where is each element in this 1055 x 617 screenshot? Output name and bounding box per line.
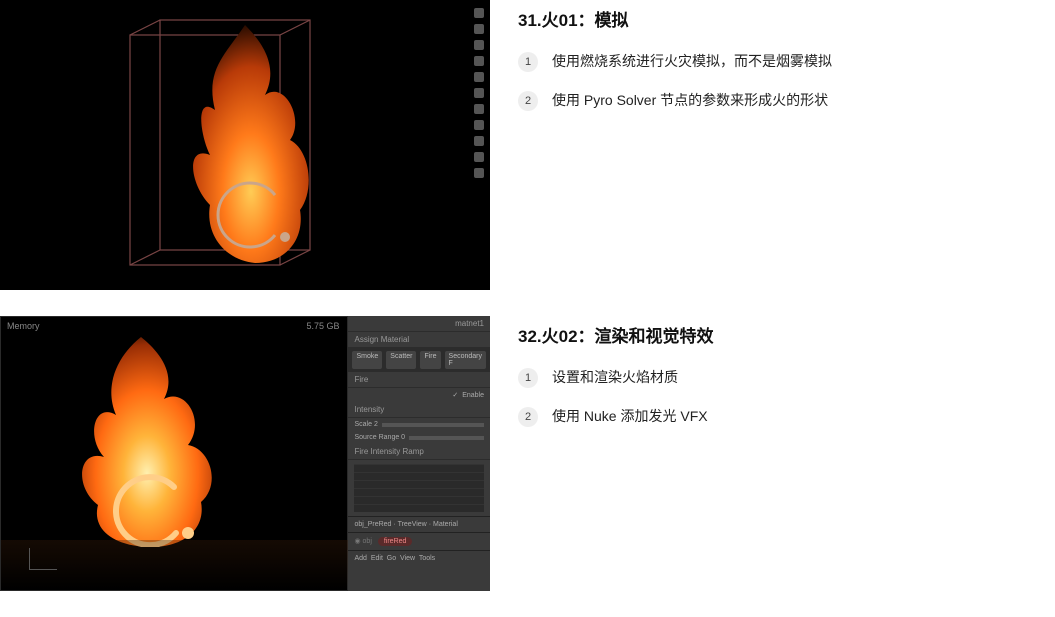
ramp-label: Fire Intensity Ramp (348, 444, 490, 460)
menu-item[interactable]: Add (354, 555, 366, 562)
step-list: 1 使用燃烧系统进行火灾模拟，而不是烟雾模拟 2 使用 Pyro Solver 节点… (518, 51, 1055, 111)
tool-icon[interactable] (474, 56, 484, 66)
step-number: 2 (518, 407, 538, 427)
viewport-render: Memory 5.75 GB (0, 316, 348, 591)
tool-icon[interactable] (474, 8, 484, 18)
tree-tab[interactable]: obj_PreRed (354, 521, 391, 528)
step-text: 使用 Nuke 添加发光 VFX (552, 406, 708, 427)
tool-icon[interactable] (474, 40, 484, 50)
parameter-panel: matnet1 Assign Material Smoke Scatter Fi… (348, 316, 490, 591)
menu-item[interactable]: View (400, 555, 415, 562)
step-text: 设置和渲染火焰材质 (552, 367, 678, 388)
tool-icon[interactable] (474, 120, 484, 130)
node-row: ◉ obj fireRed (348, 532, 490, 550)
viewport-3d (0, 0, 490, 290)
section-title: 32.火02：渲染和视觉特效 (518, 322, 1055, 347)
tab[interactable]: Smoke (352, 351, 382, 369)
tool-icon[interactable] (474, 72, 484, 82)
section-32: Memory 5.75 GB (0, 316, 1055, 591)
source-label: Source Range 0 (354, 434, 405, 441)
step-number: 2 (518, 91, 538, 111)
viewport-split: Memory 5.75 GB (0, 316, 490, 591)
tool-icon[interactable] (474, 104, 484, 114)
step-text: 使用 Pyro Solver 节点的参数来形成火的形状 (552, 90, 828, 111)
tool-icon[interactable] (474, 88, 484, 98)
menu-row: Add Edit Go View Tools (348, 550, 490, 566)
section-title: 31.火01：模拟 (518, 6, 1055, 31)
step-number: 1 (518, 52, 538, 72)
step-item: 2 使用 Pyro Solver 节点的参数来形成火的形状 (518, 90, 1055, 111)
tool-icon[interactable] (474, 152, 484, 162)
tab[interactable]: Fire (420, 351, 440, 369)
menu-item[interactable]: Tools (419, 555, 435, 562)
fire-render-c (56, 337, 236, 547)
tab[interactable]: Secondary F (445, 351, 486, 369)
scale-label: Scale 2 (354, 421, 377, 428)
thumbnail-31 (0, 0, 490, 290)
node-chip[interactable]: fireRed (378, 537, 413, 546)
fire-render-c (165, 25, 325, 265)
step-item: 1 使用燃烧系统进行火灾模拟，而不是烟雾模拟 (518, 51, 1055, 72)
step-text: 使用燃烧系统进行火灾模拟，而不是烟雾模拟 (552, 51, 832, 72)
enable-label[interactable]: Enable (462, 392, 484, 399)
scale-row[interactable]: Scale 2 (348, 418, 490, 431)
step-item: 1 设置和渲染火焰材质 (518, 367, 1055, 388)
panel-path: matnet1 (348, 316, 490, 332)
step-list: 1 设置和渲染火焰材质 2 使用 Nuke 添加发光 VFX (518, 367, 1055, 427)
tab[interactable]: Scatter (386, 351, 416, 369)
panel-sub: Fire (348, 372, 490, 388)
memory-value: 5.75 GB (306, 321, 339, 331)
menu-item[interactable]: Edit (371, 555, 383, 562)
tool-icon[interactable] (474, 168, 484, 178)
section-31: 31.火01：模拟 1 使用燃烧系统进行火灾模拟，而不是烟雾模拟 2 使用 Pyro… (0, 0, 1055, 290)
intensity-label: Intensity (348, 402, 490, 418)
tree-tabs: obj_PreRed · TreeView · Material (348, 516, 490, 532)
panel-tabs: Smoke Scatter Fire Secondary F (348, 348, 490, 372)
tree-tab[interactable]: Material (433, 521, 458, 528)
tree-tab[interactable]: TreeView (398, 521, 427, 528)
tool-icon[interactable] (474, 24, 484, 34)
tool-icon[interactable] (474, 136, 484, 146)
floor-reflection (1, 540, 396, 590)
text-column-32: 32.火02：渲染和视觉特效 1 设置和渲染火焰材质 2 使用 Nuke 添加发光 … (518, 316, 1055, 445)
panel-assign: Assign Material (348, 332, 490, 348)
step-number: 1 (518, 368, 538, 388)
viewport-toolbar-right (474, 8, 488, 178)
step-item: 2 使用 Nuke 添加发光 VFX (518, 406, 1055, 427)
ramp-grid[interactable] (354, 464, 484, 512)
menu-item[interactable]: Go (387, 555, 396, 562)
text-column-31: 31.火01：模拟 1 使用燃烧系统进行火灾模拟，而不是烟雾模拟 2 使用 Pyro… (518, 0, 1055, 129)
crop-corner-icon (29, 548, 57, 570)
thumbnail-32: Memory 5.75 GB (0, 316, 490, 591)
source-row[interactable]: Source Range 0 (348, 431, 490, 444)
memory-label: Memory (7, 321, 40, 331)
enable-row: ✓Enable (348, 388, 490, 402)
